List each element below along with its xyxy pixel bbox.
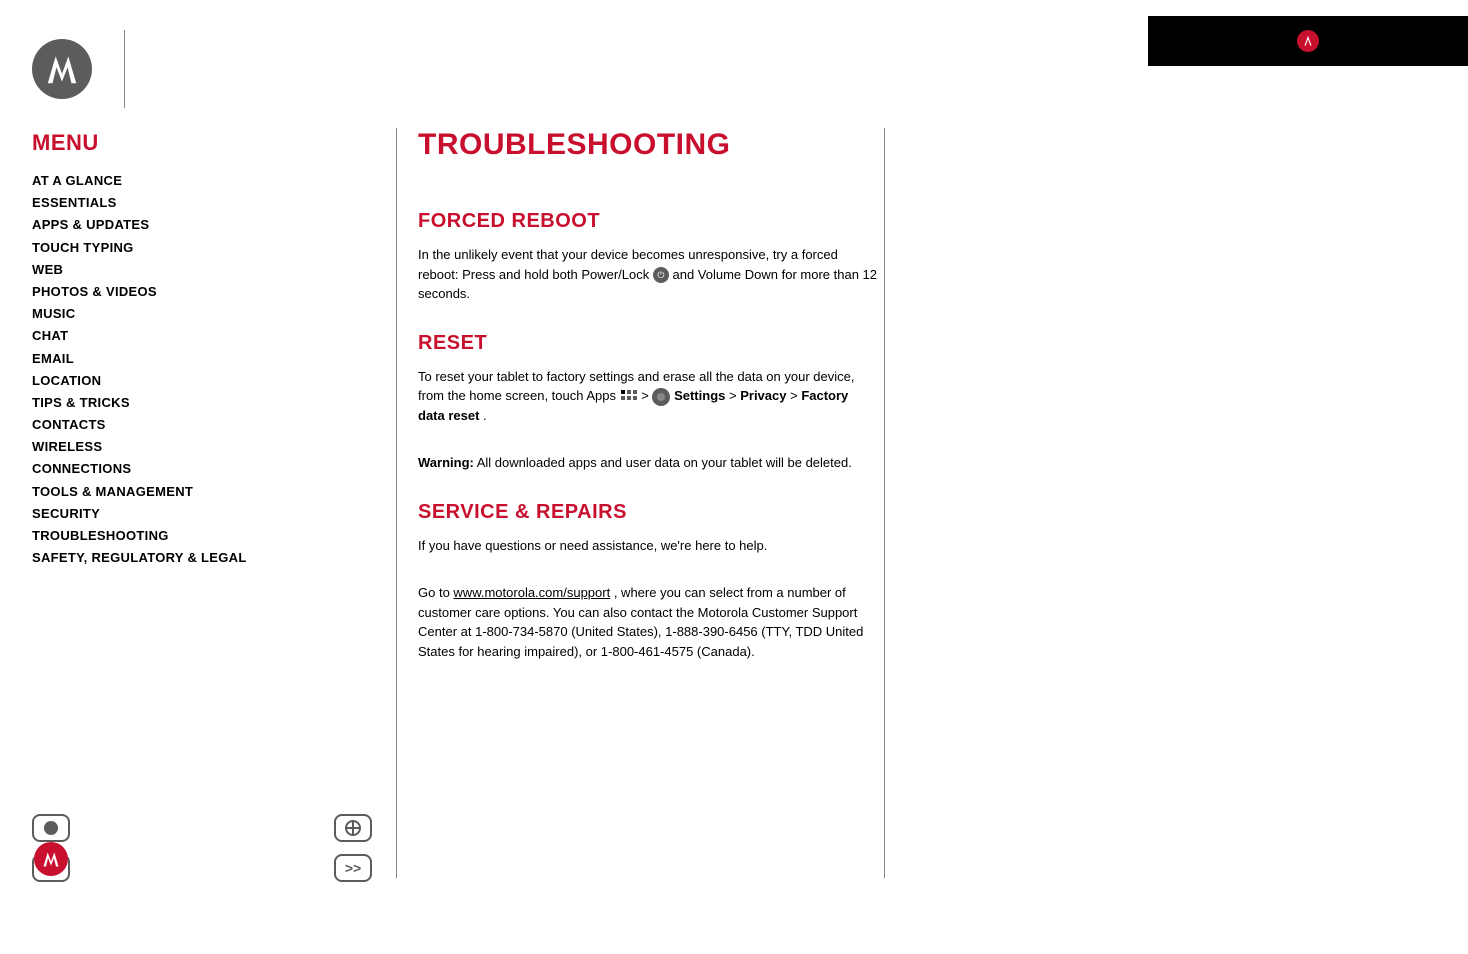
settings-gear-icon bbox=[652, 388, 670, 406]
sidebar-item-web[interactable]: WEB bbox=[32, 261, 372, 279]
text-warning-body: All downloaded apps and user data on you… bbox=[477, 455, 852, 470]
sidebar-item-tools-management[interactable]: TOOLS & MANAGEMENT bbox=[32, 483, 372, 501]
section-warning-reset: Warning: All downloaded apps and user da… bbox=[418, 453, 878, 473]
section-heading-forced-reboot: FORCED REBOOT bbox=[418, 210, 878, 233]
sidebar-item-music[interactable]: MUSIC bbox=[32, 305, 372, 323]
sidebar-item-location[interactable]: LOCATION bbox=[32, 372, 372, 390]
sidebar-item-contacts[interactable]: CONTACTS bbox=[32, 416, 372, 434]
section-body-reset: To reset your tablet to factory settings… bbox=[418, 367, 878, 426]
main-content: TROUBLESHOOTING FORCED REBOOT In the unl… bbox=[418, 128, 878, 689]
sidebar-title: MENU bbox=[32, 130, 372, 156]
globe-icon bbox=[345, 820, 361, 836]
section-body-service2: Go to www.motorola.com/support , where y… bbox=[418, 583, 878, 661]
main-column-divider bbox=[396, 128, 397, 878]
sidebar-item-troubleshooting[interactable]: TROUBLESHOOTING bbox=[32, 527, 372, 545]
sidebar-list: AT A GLANCE ESSENTIALS APPS & UPDATES TO… bbox=[32, 172, 372, 567]
page-title: TROUBLESHOOTING bbox=[418, 128, 878, 162]
text-service-pre: Go to bbox=[418, 585, 453, 600]
top-brand-bar bbox=[1148, 16, 1468, 66]
section-body-forced-reboot: In the unlikely event that your device b… bbox=[418, 245, 878, 304]
section-heading-reset: RESET bbox=[418, 332, 878, 355]
content-column-divider bbox=[884, 128, 885, 878]
header-divider bbox=[124, 30, 125, 108]
text-warning-label: Warning: bbox=[418, 455, 474, 470]
bottom-nav: << >> bbox=[32, 814, 372, 882]
motorola-logo-footer-icon bbox=[34, 842, 68, 876]
sidebar-item-connections[interactable]: CONNECTIONS bbox=[32, 460, 372, 478]
sidebar-item-apps-updates[interactable]: APPS & UPDATES bbox=[32, 216, 372, 234]
sidebar-item-security[interactable]: SECURITY bbox=[32, 505, 372, 523]
text-reset-mid: > bbox=[641, 388, 652, 403]
text-reset-privacy: Privacy bbox=[740, 388, 786, 403]
sidebar-item-chat[interactable]: CHAT bbox=[32, 327, 372, 345]
sidebar-item-wireless[interactable]: WIRELESS bbox=[32, 438, 372, 456]
apps-grid-icon bbox=[620, 390, 638, 404]
sidebar-item-safety-legal[interactable]: SAFETY, REGULATORY & LEGAL bbox=[32, 549, 372, 567]
sidebar-item-email[interactable]: EMAIL bbox=[32, 350, 372, 368]
section-body-service1: If you have questions or need assistance… bbox=[418, 536, 878, 556]
sidebar-item-at-a-glance[interactable]: AT A GLANCE bbox=[32, 172, 372, 190]
text-reset-sep1: > bbox=[729, 388, 740, 403]
nav-forward-button[interactable]: >> bbox=[334, 854, 372, 882]
text-reset-settings: Settings bbox=[674, 388, 725, 403]
sidebar-item-tips-tricks[interactable]: TIPS & TRICKS bbox=[32, 394, 372, 412]
text-reset-end: . bbox=[483, 408, 487, 423]
text-reset-sep2: > bbox=[790, 388, 801, 403]
section-heading-service: SERVICE & REPAIRS bbox=[418, 501, 878, 524]
power-lock-icon: ⏻ bbox=[653, 267, 669, 283]
motorola-logo-large-icon bbox=[32, 39, 92, 99]
motorola-logo-icon bbox=[1297, 30, 1319, 52]
sidebar-item-touch-typing[interactable]: TOUCH TYPING bbox=[32, 239, 372, 257]
sidebar-item-essentials[interactable]: ESSENTIALS bbox=[32, 194, 372, 212]
sidebar-item-photos-videos[interactable]: PHOTOS & VIDEOS bbox=[32, 283, 372, 301]
nav-globe-button[interactable] bbox=[334, 814, 372, 842]
header-logo-area bbox=[32, 30, 125, 108]
support-link[interactable]: www.motorola.com/support bbox=[453, 585, 610, 600]
sidebar-menu: MENU AT A GLANCE ESSENTIALS APPS & UPDAT… bbox=[32, 130, 372, 571]
